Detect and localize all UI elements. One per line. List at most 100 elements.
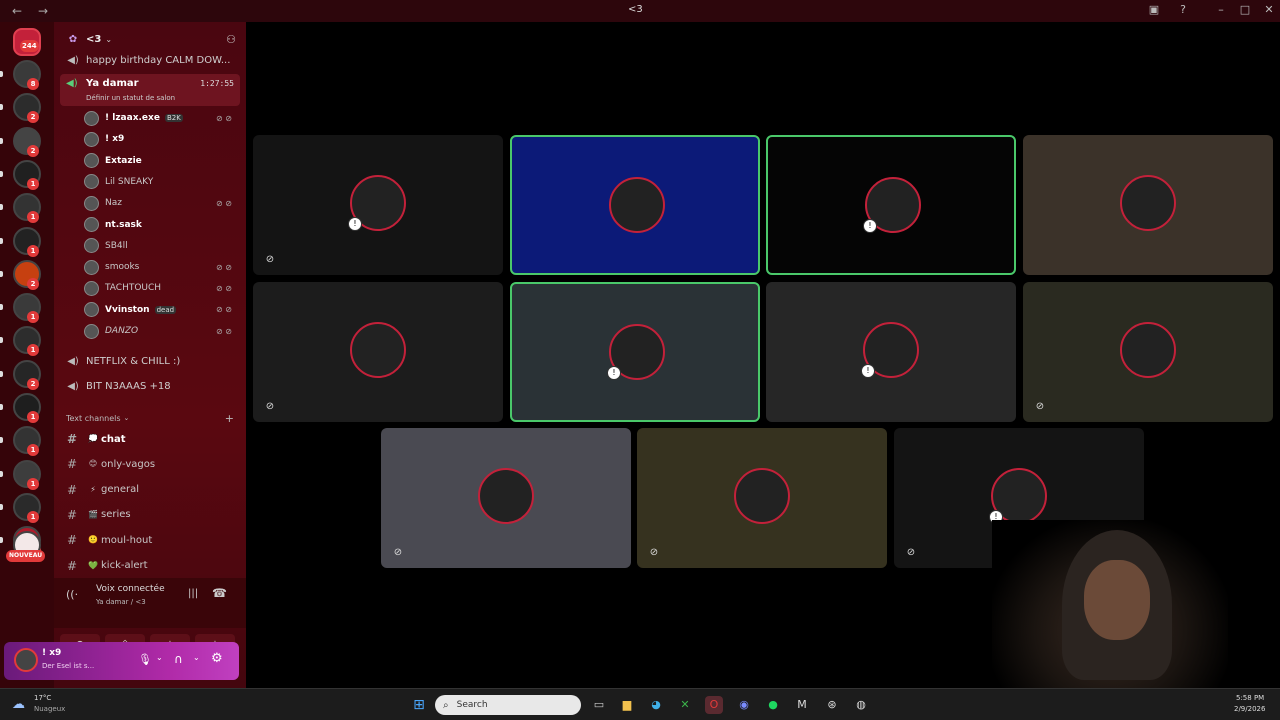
text-channels-header[interactable]: Text channels ⌄ + xyxy=(54,412,246,425)
xbox-icon[interactable]: ✕ xyxy=(676,696,694,714)
channel-emoji-icon: 😊 xyxy=(88,459,98,469)
participant-tile[interactable] xyxy=(1023,135,1273,275)
disconnect-icon[interactable]: ☎ xyxy=(212,586,227,600)
text-channel[interactable]: # 💭 chat xyxy=(54,428,246,450)
participant-tile[interactable]: ! xyxy=(766,135,1016,275)
help-icon[interactable]: ? xyxy=(1175,3,1191,16)
maximize-icon[interactable]: □ xyxy=(1237,3,1253,16)
clock-date[interactable]: 2/9/2026 xyxy=(1234,705,1265,713)
voice-member[interactable]: SB4ll xyxy=(84,237,244,255)
speaker-icon: ◀) xyxy=(67,355,79,367)
microphone-icon[interactable]: 🎙 xyxy=(138,653,152,666)
voice-member[interactable]: smooks ⊘ ⊘ xyxy=(84,258,244,276)
voice-member[interactable]: Naz ⊘ ⊘ xyxy=(84,194,244,212)
clock-time[interactable]: 5:58 PM xyxy=(1236,694,1264,702)
avatar xyxy=(84,174,99,190)
voice-channel-3[interactable]: ◀) BIT N3AAAS +18 xyxy=(54,379,246,393)
discord-icon[interactable]: ◉ xyxy=(735,696,753,714)
avatar xyxy=(84,131,99,147)
home-badge: 244 xyxy=(20,40,39,52)
chevron-down-icon[interactable]: ⌄ xyxy=(156,653,163,662)
member-name: smooks xyxy=(105,262,140,273)
participant-tile[interactable] xyxy=(510,135,760,275)
text-channel[interactable]: # ⚡ general xyxy=(54,479,246,501)
voice-member[interactable]: Vvinston dead ⊘ ⊘ xyxy=(84,301,244,319)
signal-icon: ((· xyxy=(66,588,79,601)
participant-tile[interactable]: ⊘ xyxy=(1023,282,1273,422)
text-channel[interactable]: # 🙂 moul-hout xyxy=(54,529,246,551)
server-icon: ✿ xyxy=(68,33,78,45)
server-badge: 2 xyxy=(27,377,39,390)
weather-icon[interactable]: ☁ xyxy=(12,697,25,712)
channel-name: BIT N3AAAS +18 xyxy=(86,380,171,392)
soundboard-icon[interactable]: ||| xyxy=(188,588,198,599)
windows-start-icon[interactable]: ⊞ xyxy=(410,696,428,714)
chevron-down-icon: ⌄ xyxy=(105,34,113,44)
headphones-icon[interactable]: ∩ xyxy=(174,652,183,666)
chevron-down-icon[interactable]: ⌄ xyxy=(193,653,200,662)
task-view-icon[interactable]: ▭ xyxy=(590,696,608,714)
unread-indicator xyxy=(0,370,3,377)
opera-icon[interactable]: O xyxy=(705,696,723,714)
invite-icon[interactable]: ⚇ xyxy=(226,33,236,46)
voice-connected-title: Voix connectée xyxy=(96,584,165,594)
app-icon[interactable]: M xyxy=(793,696,811,714)
member-name: Vvinston xyxy=(105,304,150,315)
minimize-icon[interactable]: – xyxy=(1213,3,1229,16)
add-channel-icon[interactable]: + xyxy=(225,412,234,425)
camera-off-icon: ⊘ xyxy=(1035,401,1045,412)
unread-indicator xyxy=(0,71,3,77)
hash-icon: # xyxy=(67,558,78,573)
camera-off-icon: ⊘ xyxy=(649,547,659,558)
settings-gear-icon[interactable]: ⚙ xyxy=(211,651,223,666)
channel-status[interactable]: Définir un statut de salon xyxy=(86,94,175,102)
voice-member[interactable]: Extazie xyxy=(84,152,244,170)
unread-indicator xyxy=(0,503,3,510)
voice-channel-0[interactable]: ◀) happy birthday CALM DOW... xyxy=(54,53,246,67)
text-channel[interactable]: # 💚 kick-alert xyxy=(54,555,246,577)
hash-icon: # xyxy=(67,533,78,548)
edge-icon[interactable]: ◕ xyxy=(647,696,665,714)
window-title: <3 xyxy=(628,4,643,15)
file-explorer-icon[interactable]: ▆ xyxy=(618,696,636,714)
participant-tile[interactable]: ! ⊘ xyxy=(253,135,503,275)
avatar xyxy=(84,280,99,296)
voice-member[interactable]: ! x9 xyxy=(84,130,244,148)
participant-tile[interactable]: ! xyxy=(766,282,1016,422)
participant-tile[interactable]: ⊘ xyxy=(637,428,887,568)
camera-off-icon: ⊘ xyxy=(265,401,275,412)
member-tag: B2K xyxy=(164,114,183,122)
channel-emoji-icon: 💭 xyxy=(88,434,98,443)
avatar[interactable] xyxy=(14,648,38,672)
server-header[interactable]: ✿ <3 ⌄ ⚇ xyxy=(54,32,246,46)
spotify-icon[interactable]: ● xyxy=(764,696,782,714)
member-name: nt.sask xyxy=(105,219,142,230)
voice-channel-active[interactable]: ◀) Ya damar 1:27:55 Définir un statut de… xyxy=(60,74,240,106)
voice-member[interactable]: ! lzaax.exe B2K ⊘ ⊘ xyxy=(84,109,244,127)
participant-tile[interactable]: ! xyxy=(510,282,760,422)
participant-tile[interactable]: ⊘ xyxy=(253,282,503,422)
voice-member[interactable]: Lil SNEAKY xyxy=(84,173,244,191)
obs-icon[interactable]: ◍ xyxy=(852,696,870,714)
search-input[interactable]: ⌕ Search xyxy=(435,695,581,715)
forward-button[interactable]: → xyxy=(38,4,52,18)
user-panel[interactable]: ! x9 Der Esel ist s... 🎙 ⌄ ∩ ⌄ ⚙ xyxy=(4,642,239,680)
text-channel[interactable]: # 🎬 series xyxy=(54,504,246,526)
voice-connected-subtitle[interactable]: Ya damar / <3 xyxy=(96,598,146,606)
member-name: ! lzaax.exe xyxy=(105,113,160,123)
server-badge: 1 xyxy=(27,211,39,224)
avatar xyxy=(84,217,99,232)
voice-channel-2[interactable]: ◀) NETFLIX & CHILL :) xyxy=(54,354,246,368)
voice-member[interactable]: TACHTOUCH ⊘ ⊘ xyxy=(84,279,244,297)
member-name: DANZO xyxy=(105,326,139,336)
back-button[interactable]: ← xyxy=(12,4,26,18)
participant-tile[interactable]: ⊘ xyxy=(381,428,631,568)
voice-member[interactable]: nt.sask xyxy=(84,216,244,234)
voice-member[interactable]: DANZO ⊘ ⊘ xyxy=(84,322,244,340)
muted-icon: ⊘ ⊘ xyxy=(216,198,232,208)
inbox-icon[interactable]: ▣ xyxy=(1146,3,1162,16)
steam-icon[interactable]: ⊛ xyxy=(823,696,841,714)
close-icon[interactable]: ✕ xyxy=(1261,3,1277,16)
camera-off-icon: ⊘ xyxy=(265,254,275,265)
text-channel[interactable]: # 😊 only-vagos xyxy=(54,453,246,475)
